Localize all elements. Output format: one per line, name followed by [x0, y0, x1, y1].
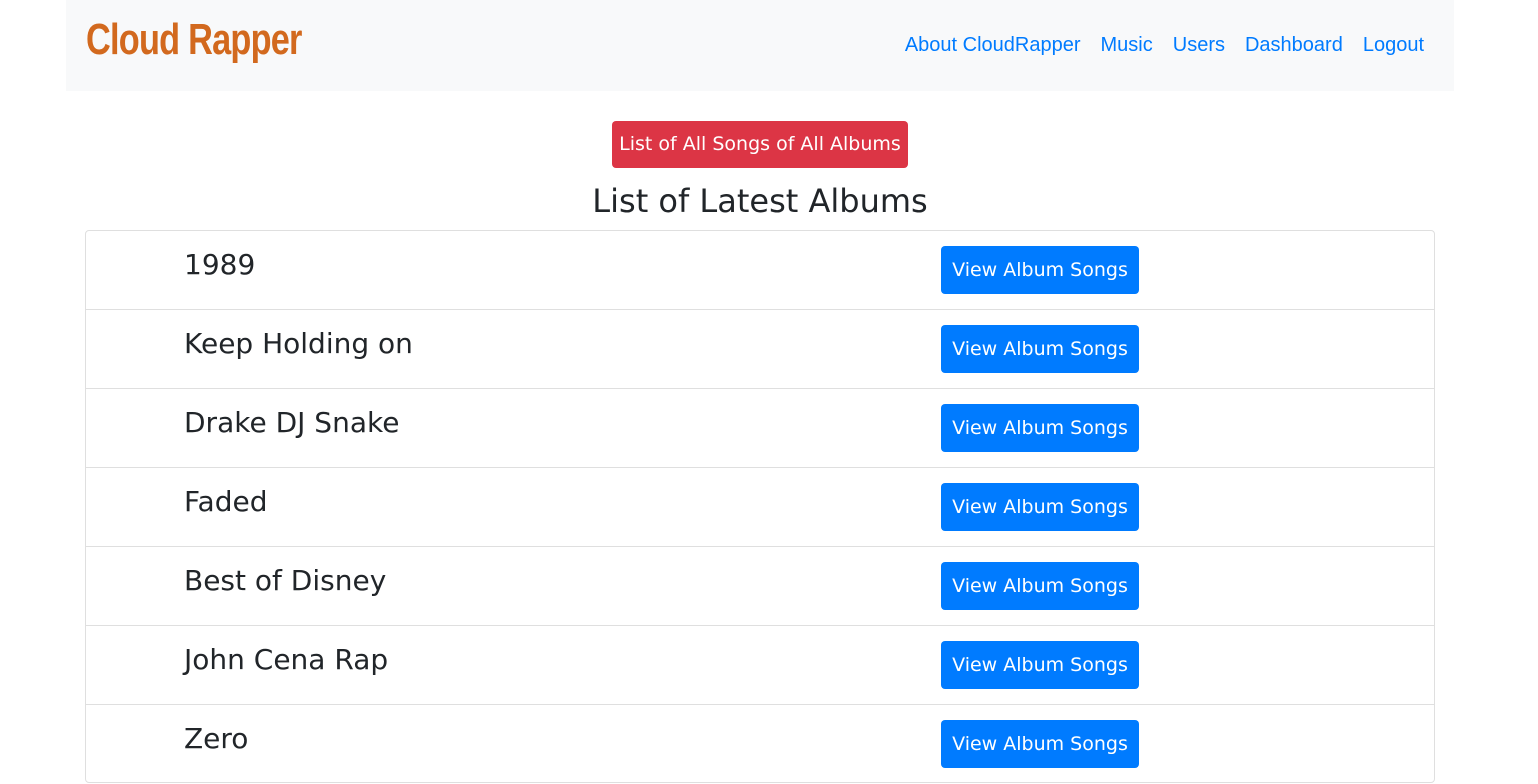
view-album-songs-button[interactable]: View Album Songs — [941, 404, 1139, 452]
album-list: 1989 View Album Songs Keep Holding on Vi… — [85, 230, 1435, 783]
nav-link-music[interactable]: Music — [1101, 32, 1153, 58]
view-album-songs-button[interactable]: View Album Songs — [941, 720, 1139, 768]
album-name: Zero — [184, 722, 249, 755]
list-item: Best of Disney View Album Songs — [86, 546, 1434, 625]
nav-link-logout[interactable]: Logout — [1363, 32, 1424, 58]
list-all-songs-button[interactable]: List of All Songs of All Albums — [612, 121, 908, 168]
album-name: 1989 — [184, 248, 256, 281]
list-item: Faded View Album Songs — [86, 467, 1434, 546]
navbar: Cloud Rapper About CloudRapper Music Use… — [66, 0, 1454, 91]
view-album-songs-button[interactable]: View Album Songs — [941, 483, 1139, 531]
view-album-songs-button[interactable]: View Album Songs — [941, 246, 1139, 294]
list-item: 1989 View Album Songs — [86, 231, 1434, 309]
list-item: Keep Holding on View Album Songs — [86, 309, 1434, 388]
album-name: Drake DJ Snake — [184, 406, 400, 439]
nav-links: About CloudRapper Music Users Dashboard … — [885, 32, 1424, 58]
view-album-songs-button[interactable]: View Album Songs — [941, 562, 1139, 610]
page-title: List of Latest Albums — [592, 182, 928, 220]
nav-link-users[interactable]: Users — [1173, 32, 1225, 58]
view-album-songs-button[interactable]: View Album Songs — [941, 325, 1139, 373]
list-item: John Cena Rap View Album Songs — [86, 625, 1434, 704]
view-album-songs-button[interactable]: View Album Songs — [941, 641, 1139, 689]
list-item: Drake DJ Snake View Album Songs — [86, 388, 1434, 467]
brand-logo[interactable]: Cloud Rapper — [86, 14, 302, 66]
list-item: Zero View Album Songs — [86, 704, 1434, 783]
album-name: John Cena Rap — [184, 643, 389, 676]
nav-link-dashboard[interactable]: Dashboard — [1245, 32, 1343, 58]
album-name: Best of Disney — [184, 564, 387, 597]
album-name: Faded — [184, 485, 268, 518]
album-name: Keep Holding on — [184, 327, 413, 360]
nav-link-about[interactable]: About CloudRapper — [905, 32, 1081, 58]
